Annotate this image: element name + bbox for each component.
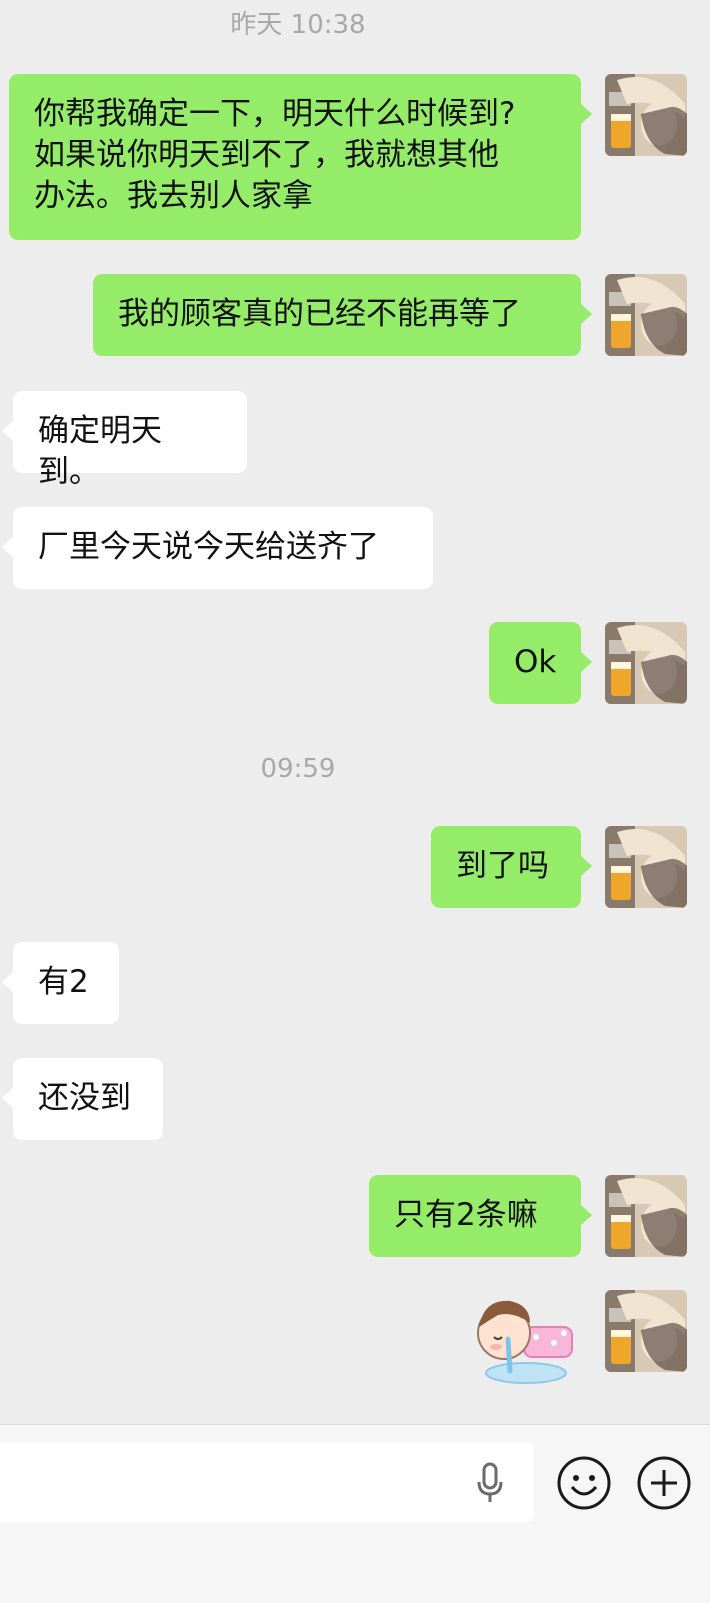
message-bubble-incoming[interactable]: 确定明天到。 [2,391,247,490]
message-input[interactable] [0,1442,534,1522]
avatar[interactable] [605,1175,687,1257]
input-bar [0,1424,710,1603]
message-bubble-outgoing[interactable]: Ok [489,622,592,704]
timestamp-1: 昨天 10:38 [230,10,366,40]
timestamp-2: 09:59 [260,754,336,784]
avatar-image [605,274,687,356]
avatar-image [605,1175,687,1257]
avatar[interactable] [605,826,687,908]
message-bubble-outgoing[interactable]: 你帮我确定一下，明天什么时候到? 如果说你明天到不了，我就想其他 办法。我去别人… [9,74,592,240]
avatar-image [605,74,687,156]
emoji-icon[interactable] [556,1455,612,1511]
crying-girl-sticker[interactable] [474,1293,578,1385]
message-bubble-outgoing[interactable]: 只有2条嘛 [369,1175,592,1257]
avatar[interactable] [605,274,687,356]
microphone-icon[interactable] [475,1462,505,1504]
message-bubble-outgoing[interactable]: 我的顾客真的已经不能再等了 [93,274,592,356]
message-bubble-incoming[interactable]: 还没到 [2,1058,163,1140]
avatar-image [605,622,687,704]
plus-icon[interactable] [636,1455,692,1511]
avatar-image [605,1290,687,1372]
avatar[interactable] [605,622,687,704]
message-bubble-incoming[interactable]: 有2 [2,942,119,1024]
avatar[interactable] [605,74,687,156]
avatar[interactable] [605,1290,687,1372]
avatar-image [605,826,687,908]
message-bubble-incoming[interactable]: 厂里今天说今天给送齐了 [2,507,433,589]
message-bubble-outgoing[interactable]: 到了吗 [431,826,592,908]
